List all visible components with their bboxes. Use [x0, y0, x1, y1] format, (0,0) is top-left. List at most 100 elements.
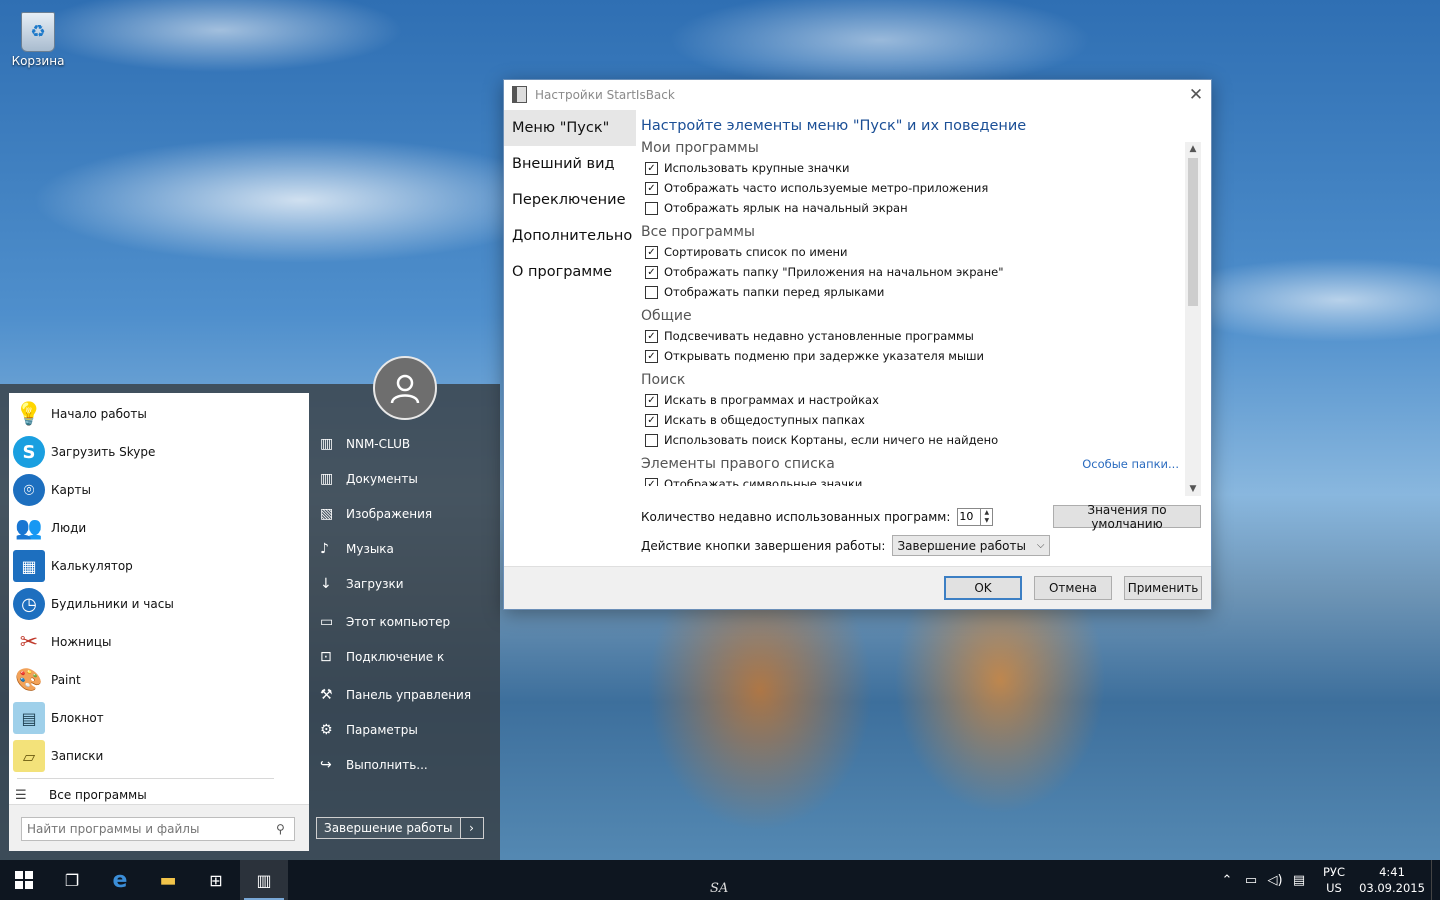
- clock-time: 4:41: [1379, 865, 1405, 879]
- place-this-pc[interactable]: ▭ Этот компьютер: [310, 604, 500, 639]
- stepper-up-icon[interactable]: ▲: [981, 509, 992, 517]
- search-icon[interactable]: ⚲: [276, 822, 294, 836]
- checkbox[interactable]: [645, 433, 658, 447]
- nav-start-menu[interactable]: Меню "Пуск": [504, 110, 636, 146]
- file-explorer-button[interactable]: ▬: [144, 860, 192, 900]
- task-view-button[interactable]: ❐: [48, 860, 96, 900]
- option-row[interactable]: Использовать поиск Кортаны, если ничего …: [641, 430, 1201, 450]
- option-label: Подсвечивать недавно установленные прогр…: [664, 329, 974, 343]
- close-icon[interactable]: ✕: [1181, 85, 1211, 105]
- option-row[interactable]: ✓ Искать в программах и настройках: [641, 390, 1201, 410]
- stepper-down-icon[interactable]: ▼: [981, 517, 992, 525]
- place-music[interactable]: ♪ Музыка: [310, 531, 500, 566]
- edge-button[interactable]: e: [96, 860, 144, 900]
- clock[interactable]: 4:41 03.09.2015: [1357, 864, 1427, 896]
- checkbox[interactable]: ✓: [645, 265, 658, 279]
- startisback-settings-button[interactable]: ▥: [240, 860, 288, 900]
- checkbox[interactable]: ✓: [645, 413, 658, 427]
- nav-appearance[interactable]: Внешний вид: [504, 146, 636, 182]
- option-label: Отображать символьные значки: [664, 477, 863, 486]
- nav-advanced[interactable]: Дополнительно: [504, 218, 636, 254]
- place-pictures[interactable]: ▧ Изображения: [310, 496, 500, 531]
- option-row[interactable]: Отображать ярлык на начальный экран: [641, 198, 1201, 218]
- checkbox[interactable]: ✓: [645, 181, 658, 195]
- checkbox[interactable]: ✓: [645, 393, 658, 407]
- defaults-button[interactable]: Значения по умолчанию: [1053, 503, 1201, 531]
- store-button[interactable]: ⊞: [192, 860, 240, 900]
- option-row[interactable]: ✓ Отображать символьные значки: [641, 474, 1201, 486]
- app-item-calculator[interactable]: ▦ Калькулятор: [9, 547, 309, 585]
- scroll-up-icon[interactable]: ▲: [1185, 144, 1201, 154]
- power-action-row: Действие кнопки завершения работы: Завер…: [641, 535, 1051, 556]
- chevron-up-icon[interactable]: ⌃: [1215, 873, 1239, 888]
- show-desktop-button[interactable]: [1431, 860, 1440, 900]
- power-action-select[interactable]: Завершение работы ⌵: [892, 535, 1051, 556]
- start-button[interactable]: [0, 860, 48, 900]
- place-connect[interactable]: ⊡ Подключение к: [310, 639, 500, 674]
- language-indicator[interactable]: РУС US: [1317, 864, 1351, 896]
- shutdown-options-arrow-icon[interactable]: ›: [460, 817, 484, 839]
- app-item-snipping[interactable]: ✂ Ножницы: [9, 623, 309, 661]
- checkbox[interactable]: ✓: [645, 245, 658, 259]
- app-item-get-started[interactable]: 💡 Начало работы: [9, 395, 309, 433]
- notifications-icon[interactable]: ▤: [1287, 873, 1311, 888]
- ok-button[interactable]: OK: [944, 576, 1022, 600]
- cancel-button[interactable]: Отмена: [1034, 576, 1112, 600]
- app-item-skype[interactable]: S Загрузить Skype: [9, 433, 309, 471]
- place-settings[interactable]: ⚙ Параметры: [310, 712, 500, 747]
- app-item-people[interactable]: 👥 Люди: [9, 509, 309, 547]
- task-view-icon: ❐: [64, 870, 80, 890]
- option-label: Отображать папки перед ярлыками: [664, 285, 885, 299]
- checkbox[interactable]: [645, 285, 658, 299]
- special-folders-link[interactable]: Особые папки...: [1082, 457, 1179, 471]
- app-item-maps[interactable]: ⌾ Карты: [9, 471, 309, 509]
- scroll-down-icon[interactable]: ▼: [1185, 484, 1201, 494]
- place-run[interactable]: ↪ Выполнить...: [310, 747, 500, 782]
- scroll-thumb[interactable]: [1188, 158, 1198, 306]
- volume-icon[interactable]: ◁): [1263, 873, 1287, 888]
- apply-button[interactable]: Применить: [1124, 576, 1202, 600]
- option-row[interactable]: ✓ Открывать подменю при задержке указател…: [641, 346, 1201, 366]
- checkbox[interactable]: ✓: [645, 161, 658, 175]
- option-row[interactable]: ✓ Подсвечивать недавно установленные прог…: [641, 326, 1201, 346]
- search-input[interactable]: [22, 821, 276, 837]
- recycle-bin[interactable]: Корзина: [8, 8, 68, 68]
- app-item-alarms[interactable]: ◷ Будильники и часы: [9, 585, 309, 623]
- gear-icon: ⚙: [320, 721, 333, 738]
- section-title: Все программы: [641, 224, 755, 240]
- option-row[interactable]: ✓ Искать в общедоступных папках: [641, 410, 1201, 430]
- nav-switching[interactable]: Переключение: [504, 182, 636, 218]
- option-row[interactable]: ✓ Использовать крупные значки: [641, 158, 1201, 178]
- place-label: Подключение к: [346, 649, 445, 664]
- option-row[interactable]: Отображать папки перед ярлыками: [641, 282, 1201, 302]
- option-label: Искать в общедоступных папках: [664, 413, 865, 427]
- user-avatar[interactable]: [373, 356, 437, 420]
- pictures-icon: ▧: [320, 505, 334, 522]
- checkbox[interactable]: [645, 201, 658, 215]
- app-item-notepad[interactable]: ▤ Блокнот: [9, 699, 309, 737]
- nav-about[interactable]: О программе: [504, 254, 636, 290]
- app-item-sticky-notes[interactable]: ▱ Записки: [9, 737, 309, 775]
- store-icon: ⊞: [209, 870, 223, 890]
- place-label: Выполнить...: [346, 757, 428, 772]
- place-documents[interactable]: ▥ Документы: [310, 461, 500, 496]
- recent-count-input[interactable]: [957, 507, 982, 526]
- checkbox[interactable]: ✓: [645, 349, 658, 363]
- place-downloads[interactable]: ↓ Загрузки: [310, 566, 500, 601]
- app-label: Начало работы: [51, 407, 147, 421]
- run-icon: ↪: [320, 756, 332, 773]
- shutdown-button[interactable]: Завершение работы: [316, 817, 461, 839]
- watermark-text: SA: [710, 881, 729, 896]
- option-row[interactable]: ✓ Отображать часто используемые метро-при…: [641, 178, 1201, 198]
- app-item-paint[interactable]: 🎨 Paint: [9, 661, 309, 699]
- options-scrollbar[interactable]: ▲ ▼: [1185, 142, 1201, 496]
- place-control-panel[interactable]: ⚒ Панель управления: [310, 677, 500, 712]
- title-bar[interactable]: Настройки StartIsBack ✕: [504, 80, 1211, 109]
- checkbox[interactable]: ✓: [645, 477, 658, 486]
- network-icon[interactable]: ▭: [1239, 873, 1263, 888]
- option-row[interactable]: ✓ Отображать папку "Приложения на начальн…: [641, 262, 1201, 282]
- place-user-folder[interactable]: ▥ NNM-CLUB: [310, 426, 500, 461]
- checkbox[interactable]: ✓: [645, 329, 658, 343]
- recycle-bin-label: Корзина: [11, 54, 65, 68]
- option-row[interactable]: ✓ Сортировать список по имени: [641, 242, 1201, 262]
